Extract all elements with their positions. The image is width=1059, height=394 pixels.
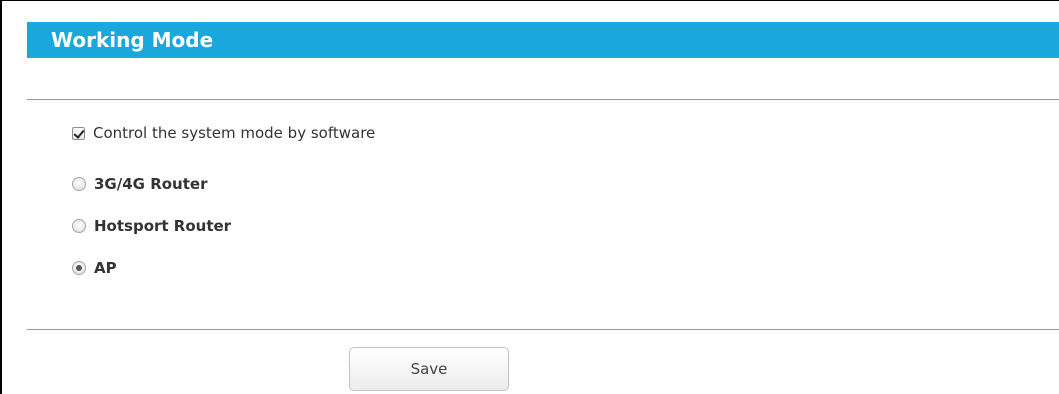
divider-top — [27, 99, 1059, 100]
mode-option-ap[interactable]: AP — [72, 257, 117, 279]
mode-label-ap[interactable]: AP — [94, 259, 117, 277]
divider-bottom — [27, 329, 1059, 330]
save-button[interactable]: Save — [349, 347, 509, 391]
mode-label-hotsport-router[interactable]: Hotsport Router — [94, 217, 231, 235]
frame-top-border — [0, 0, 1059, 1]
radio-selected-icon[interactable] — [72, 261, 86, 275]
radio-dot-icon — [76, 265, 82, 271]
section-header: Working Mode — [27, 22, 1059, 58]
mode-option-hotsport-router[interactable]: Hotsport Router — [72, 215, 231, 237]
mode-label-3g4g-router[interactable]: 3G/4G Router — [94, 175, 207, 193]
page-title: Working Mode — [51, 28, 214, 52]
checkbox-checked-icon[interactable] — [72, 126, 85, 140]
radio-unselected-icon[interactable] — [72, 219, 86, 233]
radio-unselected-icon[interactable] — [72, 177, 86, 191]
software-control-label[interactable]: Control the system mode by software — [93, 124, 375, 142]
mode-option-3g4g-router[interactable]: 3G/4G Router — [72, 173, 207, 195]
frame-left-border — [0, 0, 2, 394]
checkmark-icon — [73, 126, 85, 139]
software-control-option[interactable]: Control the system mode by software — [72, 122, 375, 144]
